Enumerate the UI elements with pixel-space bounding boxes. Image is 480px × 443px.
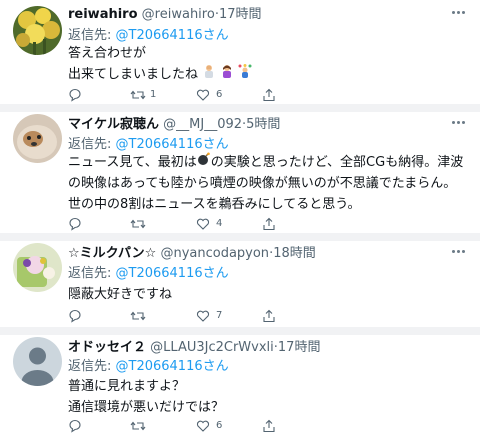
retweet-icon [130, 219, 146, 229]
mention-link[interactable]: @T20664116さん [116, 137, 229, 152]
tweet-line: 隠蔽大好きですね [68, 287, 173, 302]
tweet-line: の実験と思ったけど、全部CGも納得。津波 [210, 155, 464, 170]
tweet-actions: 7 [68, 309, 288, 323]
user-handle[interactable]: @__MJ__092 [163, 117, 242, 132]
display-name[interactable]: ☆ミルクパン☆ [68, 246, 156, 261]
more-icon[interactable] [452, 9, 466, 15]
divider [0, 327, 480, 335]
comment-icon [69, 419, 81, 433]
avatar-reiwahiro[interactable] [13, 6, 62, 55]
comment-icon [69, 309, 81, 323]
reply-tweet-3[interactable]: ☆ミルクパン☆ @nyancodapyon·18時間 返信先: @T206641… [0, 241, 480, 327]
reply-to-line: 返信先: @T20664116さん [68, 262, 229, 281]
more-icon[interactable] [452, 119, 466, 125]
retweet-icon [130, 311, 146, 321]
timestamp[interactable]: ·17時間 [274, 340, 321, 355]
retweet-icon [130, 90, 146, 100]
share-icon [263, 309, 275, 323]
divider [0, 233, 480, 241]
woman-shrugging-emoji [220, 64, 234, 85]
tweet-header: オドッセイ２ @LLAU3Jc2CrWvxli·17時間 [68, 336, 320, 355]
tweet-line: 普通に見れますよ？ [68, 379, 186, 394]
tweet-line: 出来てしまいましたね [68, 67, 199, 82]
reply-tweet-1[interactable]: reiwahiro @reiwahiro·17時間 返信先: @T2066411… [0, 0, 480, 104]
bomb-emoji [197, 152, 211, 173]
tweet-line: 通信環境が悪いだけでは？ [68, 400, 225, 415]
share-icon [263, 217, 275, 231]
tweet-actions: 6 [68, 419, 288, 433]
reply-prefix: 返信先: [68, 28, 116, 43]
person-juggling-emoji [238, 64, 252, 85]
like-icon [196, 218, 210, 230]
tweet-text: 答え合わせが 出来てしまいましたね [68, 43, 252, 85]
comment-icon [69, 217, 81, 231]
comment-icon [69, 88, 81, 102]
more-icon[interactable] [452, 248, 466, 254]
reply-to-line: 返信先: @T20664116さん [68, 133, 229, 152]
tweet-text: 普通に見れますよ？ 通信環境が悪いだけでは？ [68, 376, 224, 418]
timestamp[interactable]: ·5時間 [242, 117, 280, 132]
user-handle[interactable]: @reiwahiro [142, 7, 215, 22]
tweet-header: マイケル寂聴ん @__MJ__092·5時間 [68, 113, 280, 132]
timestamp[interactable]: ·18時間 [269, 246, 316, 261]
tweet-line: の映像はあっても陸から噴煙の映像が無いのが不思議でたまらん。 [68, 176, 457, 191]
reply-prefix: 返信先: [68, 359, 116, 374]
display-name[interactable]: オドッセイ２ [68, 340, 146, 355]
like-count: 7 [216, 310, 223, 321]
timestamp[interactable]: ·17時間 [215, 7, 262, 22]
share-icon [263, 88, 275, 102]
reply-tweet-2[interactable]: マイケル寂聴ん @__MJ__092·5時間 返信先: @T20664116さん… [0, 112, 480, 234]
man-facepalming-emoji [202, 64, 216, 85]
mention-link[interactable]: @T20664116さん [116, 28, 229, 43]
reply-prefix: 返信先: [68, 266, 116, 281]
retweet-icon [130, 421, 146, 431]
tweet-actions: 1 6 [68, 88, 288, 102]
retweet-count: 1 [150, 89, 157, 100]
like-count: 6 [216, 420, 223, 431]
user-handle[interactable]: @LLAU3Jc2CrWvxli [150, 340, 274, 355]
user-handle[interactable]: @nyancodapyon [160, 246, 269, 261]
tweet-text: 隠蔽大好きですね [68, 284, 172, 305]
like-count: 6 [216, 89, 223, 100]
avatar-milkpan[interactable] [13, 243, 62, 292]
mention-link[interactable]: @T20664116さん [116, 266, 229, 281]
display-name[interactable]: reiwahiro [68, 7, 138, 22]
reply-to-line: 返信先: @T20664116さん [68, 24, 229, 43]
tweet-line: ニュース見て、最初は [68, 155, 197, 170]
like-count: 4 [216, 218, 223, 229]
tweet-actions: 4 [68, 217, 288, 231]
tweet-text: ニュース見て、最初は の実験と思ったけど、全部CGも納得。津波 の映像はあっても陸… [68, 152, 463, 215]
reply-tweet-4[interactable]: オドッセイ２ @LLAU3Jc2CrWvxli·17時間 返信先: @T2066… [0, 335, 480, 443]
tweet-line: 世の中の8割はニュースを鵜呑みにしてると思う。 [68, 197, 361, 212]
like-icon [196, 310, 210, 322]
like-icon [196, 420, 210, 432]
share-icon [263, 419, 275, 433]
divider [0, 104, 480, 112]
tweet-header: ☆ミルクパン☆ @nyancodapyon·18時間 [68, 242, 316, 261]
avatar-michael[interactable] [13, 114, 62, 163]
reply-to-line: 返信先: @T20664116さん [68, 355, 229, 374]
like-icon [196, 89, 210, 101]
mention-link[interactable]: @T20664116さん [116, 359, 229, 374]
avatar-default[interactable] [13, 337, 62, 386]
tweet-line: 答え合わせが [68, 46, 147, 61]
reply-prefix: 返信先: [68, 137, 116, 152]
display-name[interactable]: マイケル寂聴ん [68, 117, 159, 132]
tweet-header: reiwahiro @reiwahiro·17時間 [68, 3, 262, 22]
